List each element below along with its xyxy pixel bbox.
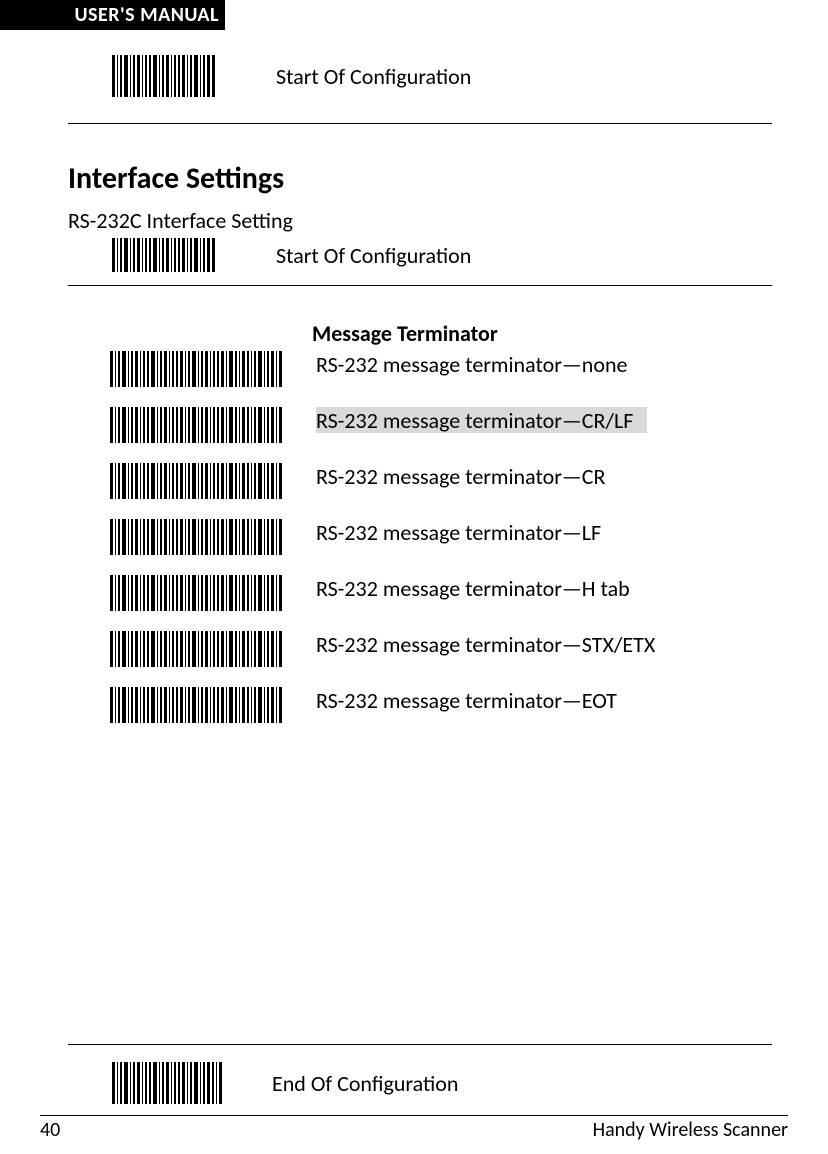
- header-manual-label: USER'S MANUAL: [74, 3, 219, 27]
- message-terminator-title: Message Terminator: [312, 320, 772, 347]
- message-terminator-label: RS-232 message terminator—CR: [316, 463, 605, 489]
- divider: [68, 123, 772, 124]
- message-terminator-block: Message Terminator RS-232 message termin…: [110, 320, 772, 743]
- message-terminator-label: RS-232 message terminator—LF: [316, 519, 601, 545]
- page-number: 40: [40, 1118, 60, 1143]
- end-config-row: End Of Configuration: [112, 1062, 458, 1104]
- barcode-icon: [112, 55, 216, 97]
- page-footer: 40 Handy Wireless Scanner: [40, 1115, 788, 1143]
- barcode-icon: [110, 687, 282, 723]
- message-terminator-label: RS-232 message terminator—H tab: [316, 575, 630, 601]
- header-manual-tab: USER'S MANUAL: [0, 0, 225, 30]
- barcode-icon: [112, 1062, 224, 1104]
- start-config-row: Start Of Configuration: [112, 55, 772, 97]
- barcode-icon: [112, 238, 216, 272]
- start-config-label: Start Of Configuration: [276, 63, 471, 90]
- end-config-label: End Of Configuration: [272, 1070, 458, 1097]
- divider: [68, 1044, 772, 1045]
- barcode-icon: [110, 351, 282, 387]
- message-terminator-label: RS-232 message terminator—STX/ETX: [316, 631, 655, 657]
- message-terminator-item: RS-232 message terminator—none: [110, 351, 772, 387]
- section-start-config-label: Start Of Configuration: [276, 242, 471, 269]
- message-terminator-item: RS-232 message terminator—CR: [110, 463, 772, 499]
- section-heading: Interface Settings: [68, 160, 772, 197]
- message-terminator-item: RS-232 message terminator—CR/LF: [110, 407, 772, 443]
- message-terminator-item: RS-232 message terminator—H tab: [110, 575, 772, 611]
- message-terminator-item: RS-232 message terminator—LF: [110, 519, 772, 555]
- page: USER'S MANUAL: [0, 0, 828, 1154]
- message-terminator-item: RS-232 message terminator—EOT: [110, 687, 772, 723]
- message-terminator-label: RS-232 message terminator—CR/LF: [316, 407, 647, 433]
- section-start-config-row: Start Of Configuration: [112, 238, 772, 272]
- interface-settings-section: Interface Settings RS-232C Interface Set…: [68, 160, 772, 272]
- divider: [68, 285, 772, 286]
- message-terminator-label: RS-232 message terminator—EOT: [316, 687, 617, 713]
- message-terminator-label: RS-232 message terminator—none: [316, 351, 627, 377]
- section-subheading: RS-232C Interface Setting: [68, 207, 772, 234]
- footer-doc-title: Handy Wireless Scanner: [593, 1118, 788, 1143]
- message-terminator-item: RS-232 message terminator—STX/ETX: [110, 631, 772, 667]
- barcode-icon: [110, 407, 282, 443]
- barcode-icon: [110, 519, 282, 555]
- barcode-icon: [110, 463, 282, 499]
- message-terminator-list: RS-232 message terminator—none RS-232 me…: [110, 351, 772, 723]
- barcode-icon: [110, 575, 282, 611]
- barcode-icon: [110, 631, 282, 667]
- top-start-config: Start Of Configuration: [112, 55, 772, 97]
